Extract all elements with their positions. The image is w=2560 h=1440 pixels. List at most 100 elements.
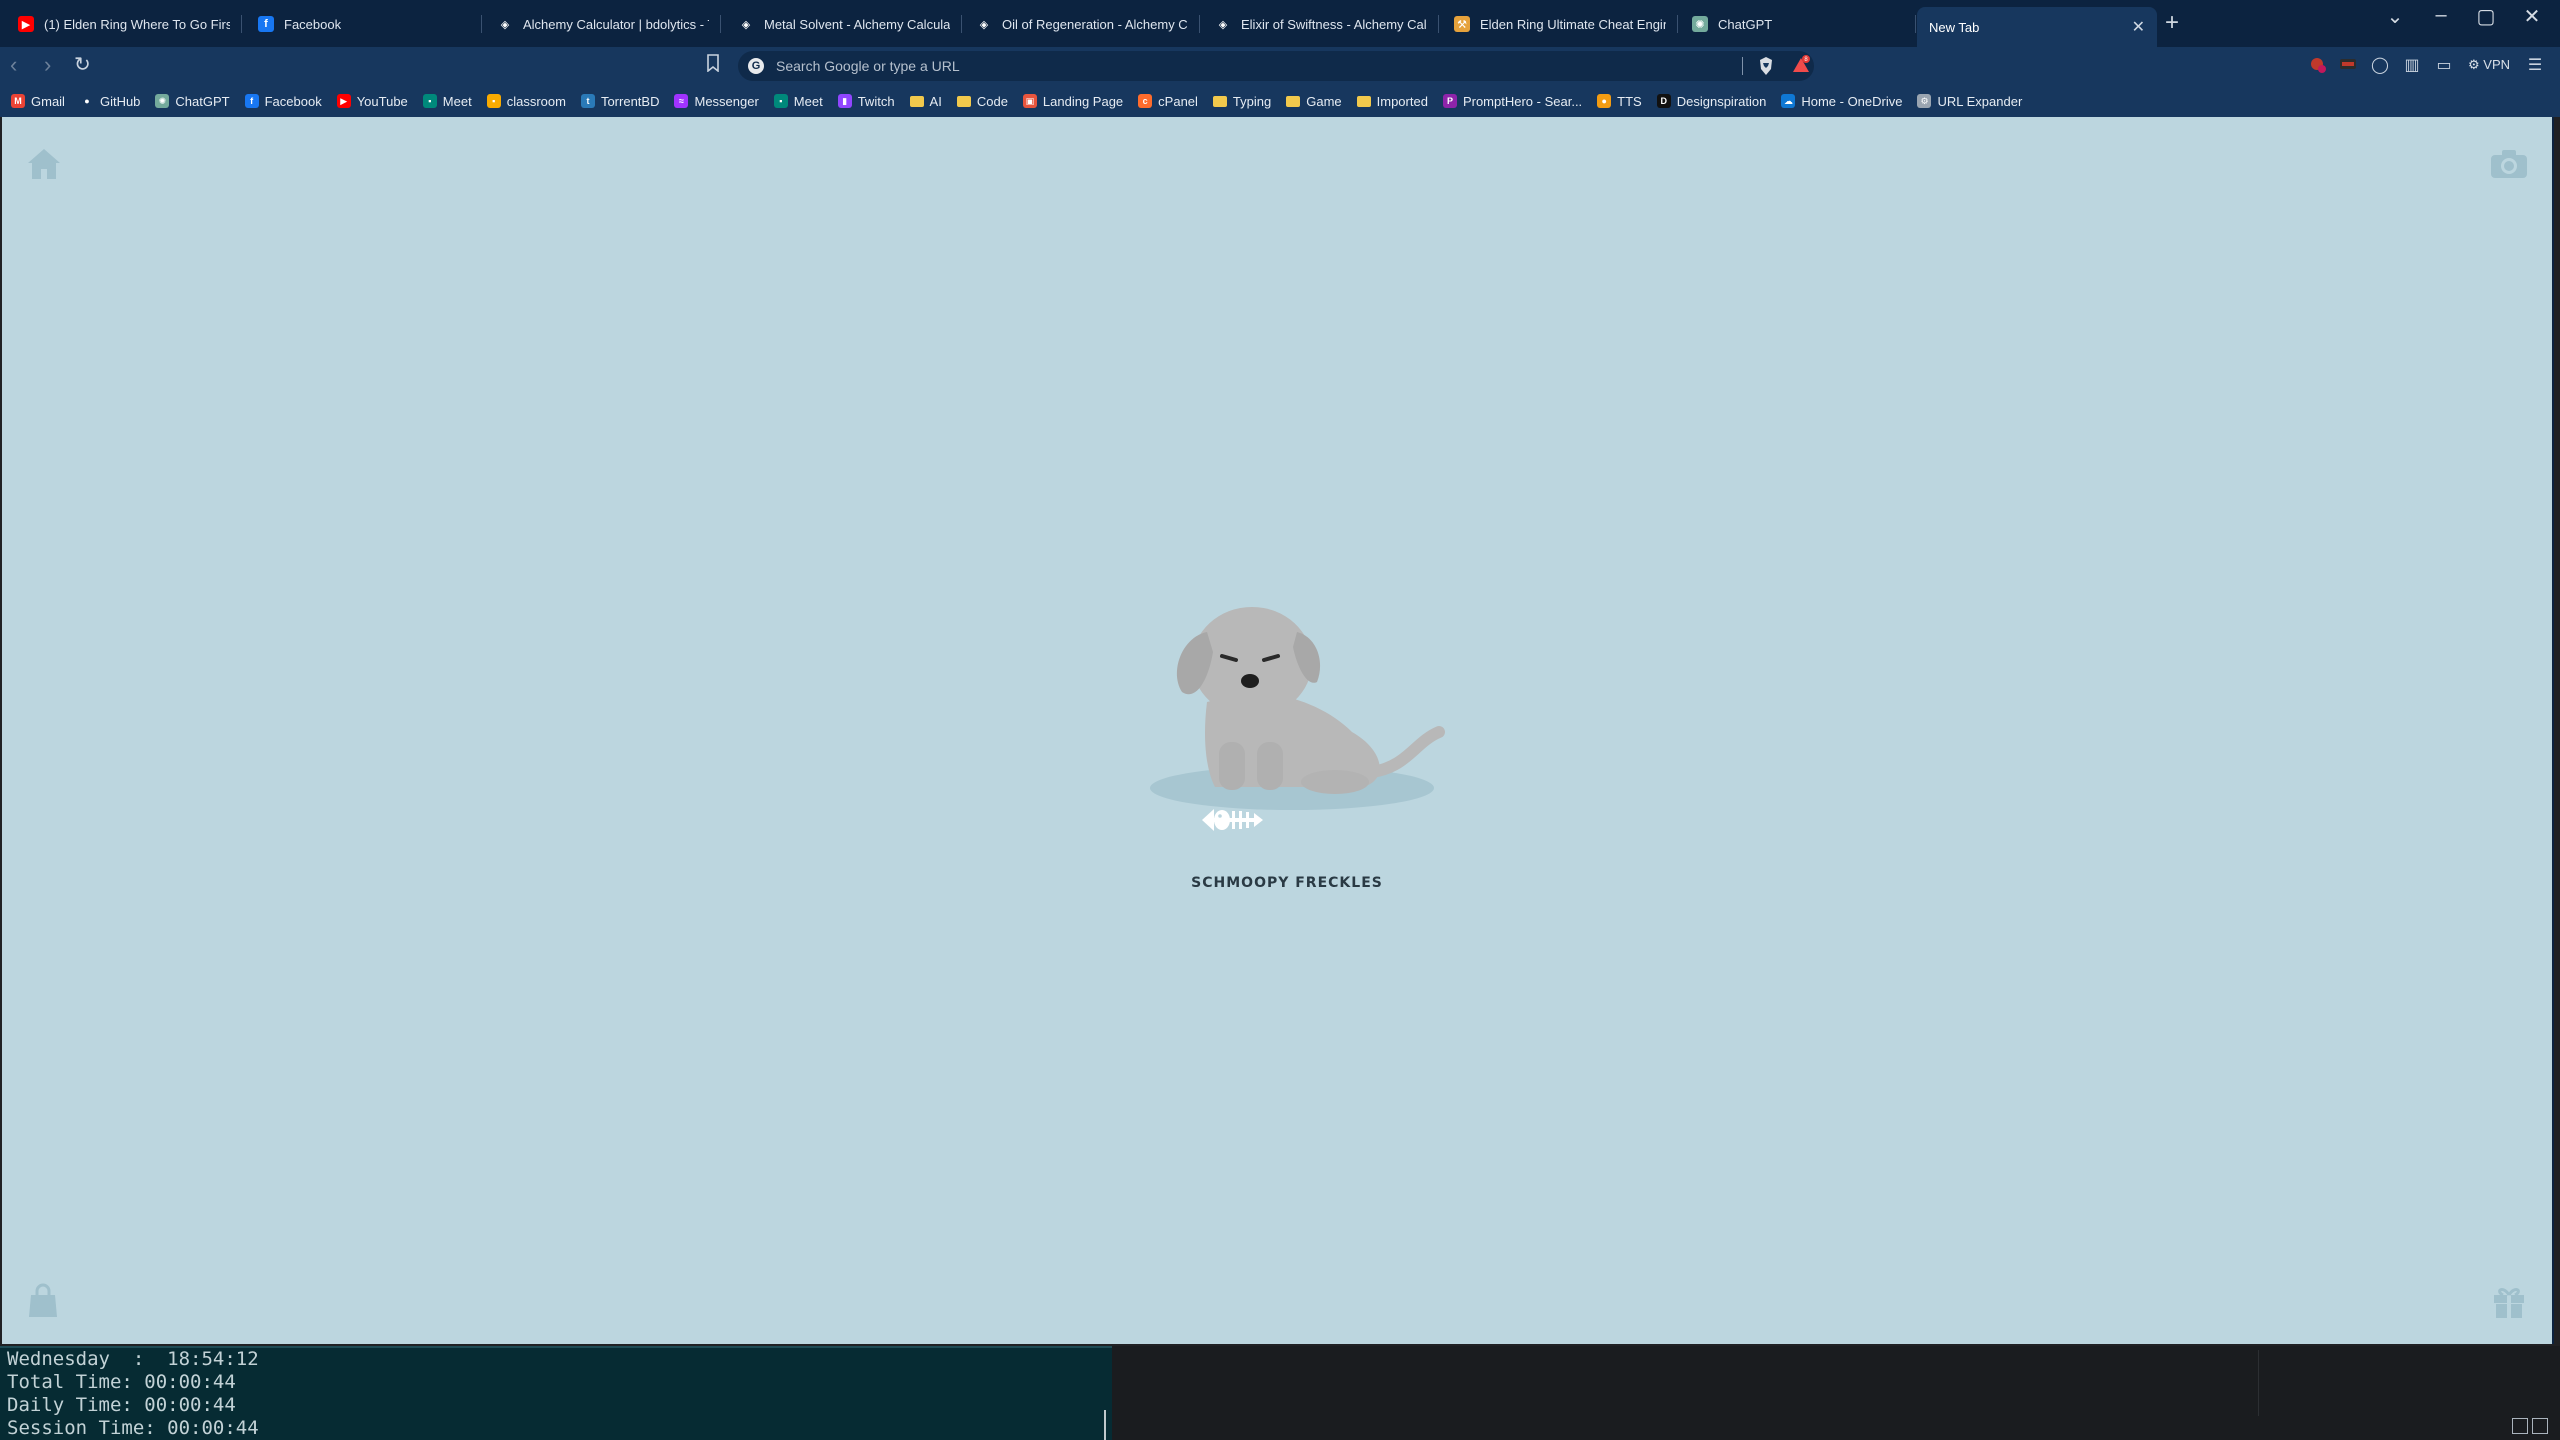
layout-toggle-group — [2512, 1418, 2548, 1434]
tab[interactable]: ▶ (1) Elden Ring Where To Go First | Be — [6, 6, 242, 42]
tab-title: Alchemy Calculator | bdolytics - The — [523, 16, 709, 32]
tab[interactable]: ◈ Alchemy Calculator | bdolytics - The — [485, 6, 721, 42]
bookmark-label: TorrentBD — [600, 93, 660, 109]
text-cursor — [1104, 1410, 1106, 1440]
wallet-icon[interactable]: ▭ — [2434, 56, 2454, 76]
bookmark-item[interactable]: Imported — [1356, 93, 1428, 109]
bookmark-label: Home - OneDrive — [1801, 93, 1903, 109]
bookmark-item[interactable]: AI — [909, 93, 942, 109]
bookmark-item[interactable]: c cPanel — [1138, 94, 1198, 109]
vpn-label: VPN — [2483, 57, 2511, 72]
bookmark-item[interactable]: f Facebook — [244, 93, 322, 109]
bookmark-item[interactable]: ⚙ URL Expander — [1917, 94, 2022, 109]
shopping-bag-icon[interactable] — [26, 1283, 60, 1319]
maximize-button[interactable]: ▢ — [2466, 4, 2506, 29]
chat-bubble-icon[interactable]: ◯ — [2370, 56, 2390, 76]
time-tracker-panel: Wednesday : 18:54:12 Total Time: 00:00:4… — [0, 1346, 1112, 1440]
gift-icon[interactable] — [2492, 1283, 2526, 1319]
address-input[interactable] — [774, 57, 1478, 75]
extension-badge-icon[interactable] — [2338, 56, 2358, 76]
tab[interactable]: ⚒ Elden Ring Ultimate Cheat Engine Ta — [1442, 6, 1678, 42]
bookmark-item[interactable]: ✺ ChatGPT — [155, 93, 230, 109]
new-tab-button[interactable]: + — [2165, 11, 2179, 35]
bookmark-item[interactable]: Game — [1286, 93, 1342, 109]
bookmark-item[interactable]: t TorrentBD — [580, 93, 660, 109]
menu-icon[interactable]: ☰ — [2525, 56, 2545, 76]
meet-icon: ▪ — [422, 94, 437, 108]
bookmark-item[interactable]: Typing — [1212, 94, 1271, 109]
minimize-button[interactable]: – — [2421, 4, 2461, 27]
bookmark-item[interactable]: D Designspiration — [1656, 93, 1767, 109]
tab[interactable]: ◈ Metal Solvent - Alchemy Calculator | — [726, 6, 962, 42]
timer-total-time: Total Time: 00:00:44 — [7, 1371, 236, 1393]
fish-bone-food-icon[interactable] — [1200, 807, 1264, 833]
back-arrow-icon[interactable]: ‹ — [10, 53, 17, 77]
tab-separator — [961, 15, 962, 33]
brave-rewards-icon[interactable]: 8 — [1791, 55, 1811, 75]
tab[interactable]: ✺ ChatGPT — [1680, 6, 1916, 42]
bookmark-label: AI — [929, 93, 942, 109]
facebook-icon: f — [244, 94, 259, 108]
tab-search-chevron-icon[interactable]: ⌄ — [2375, 4, 2415, 29]
tab-title: Facebook — [284, 16, 342, 32]
panel-divider — [2258, 1350, 2259, 1416]
brave-shield-icon[interactable] — [1758, 56, 1774, 76]
tab-title: Elixir of Swiftness - Alchemy Calculat — [1241, 16, 1427, 32]
bookmark-item[interactable]: ▪ classroom — [486, 94, 566, 109]
bookmark-label: Gmail — [31, 93, 65, 109]
messenger-icon: ≈ — [674, 94, 689, 108]
close-tab-icon[interactable]: ✕ — [2132, 17, 2145, 37]
layout-window-icon[interactable] — [2532, 1418, 2548, 1434]
pet-dog-illustration[interactable] — [1147, 592, 1447, 822]
tab[interactable]: ◈ Elixir of Swiftness - Alchemy Calculat — [1203, 6, 1439, 42]
bookmark-label: Designspiration — [1676, 93, 1767, 109]
new-tab-page: SCHMOOPY FRECKLES — [2, 117, 2554, 1344]
bdolytics-icon: ◈ — [500, 18, 510, 31]
folder-icon — [1356, 95, 1371, 107]
extension-cookie-icon[interactable] — [2308, 56, 2328, 76]
bookmark-item[interactable]: ▶ YouTube — [336, 94, 408, 109]
layout-list-icon[interactable] — [2512, 1418, 2528, 1434]
tab-new-tab[interactable]: New Tab ✕ — [1917, 7, 2157, 47]
bookmark-item[interactable]: ☁ Home - OneDrive — [1781, 94, 1902, 109]
bookmark-item[interactable]: ▪ Meet — [422, 94, 472, 109]
bookmark-item[interactable]: P PromptHero - Sear... — [1442, 94, 1582, 109]
tts-icon: ● — [1597, 94, 1612, 108]
tab-title: New Tab — [1929, 19, 1980, 35]
bookmark-label: Meet — [793, 93, 823, 109]
twitch-icon: ▮ — [837, 94, 852, 108]
bookmark-label: TTS — [1617, 93, 1642, 109]
bookmark-item[interactable]: ● GitHub — [80, 94, 140, 109]
bookmark-item[interactable]: ● TTS — [1597, 94, 1642, 109]
home-icon[interactable] — [26, 147, 62, 181]
tab-title: ChatGPT — [1718, 16, 1773, 32]
bookmark-label: Game — [1306, 93, 1342, 109]
bookmark-label: Imported — [1376, 93, 1428, 109]
cheat-engine-icon: ⚒ — [1454, 16, 1470, 32]
vpn-button[interactable]: ⚙ VPN — [2468, 57, 2510, 73]
address-bar[interactable]: G 8 — [738, 51, 1814, 81]
forward-arrow-icon[interactable]: › — [44, 53, 51, 77]
bookmark-item[interactable]: ≈ Messenger — [674, 94, 759, 109]
bookmark-label: Landing Page — [1042, 93, 1124, 109]
close-window-button[interactable]: ✕ — [2512, 4, 2552, 29]
onedrive-icon: ☁ — [1781, 94, 1796, 108]
tab-separator — [1438, 15, 1439, 33]
tab-separator — [1677, 15, 1678, 33]
camera-icon[interactable] — [2490, 149, 2528, 179]
sidebar-toggle-icon[interactable]: ▥ — [2402, 56, 2422, 76]
folder-icon — [1212, 95, 1227, 107]
bookmark-item[interactable]: Code — [956, 94, 1008, 109]
landing-page-icon: ▣ — [1022, 94, 1037, 108]
bookmark-label: ChatGPT — [175, 93, 230, 109]
tab[interactable]: ◈ Oil of Regeneration - Alchemy Calcu — [964, 6, 1200, 42]
bookmark-item[interactable]: ▮ Twitch — [837, 94, 895, 109]
tab[interactable]: f Facebook — [246, 6, 482, 42]
bookmark-icon[interactable] — [706, 54, 720, 77]
chatgpt-icon: ✺ — [1692, 16, 1708, 32]
bookmark-label: Facebook — [264, 93, 322, 109]
reload-icon[interactable]: ↻ — [74, 53, 91, 77]
bookmark-item[interactable]: ▣ Landing Page — [1022, 93, 1124, 109]
bookmark-item[interactable]: ▪ Meet — [773, 93, 823, 109]
bookmark-item[interactable]: M Gmail — [11, 94, 65, 109]
